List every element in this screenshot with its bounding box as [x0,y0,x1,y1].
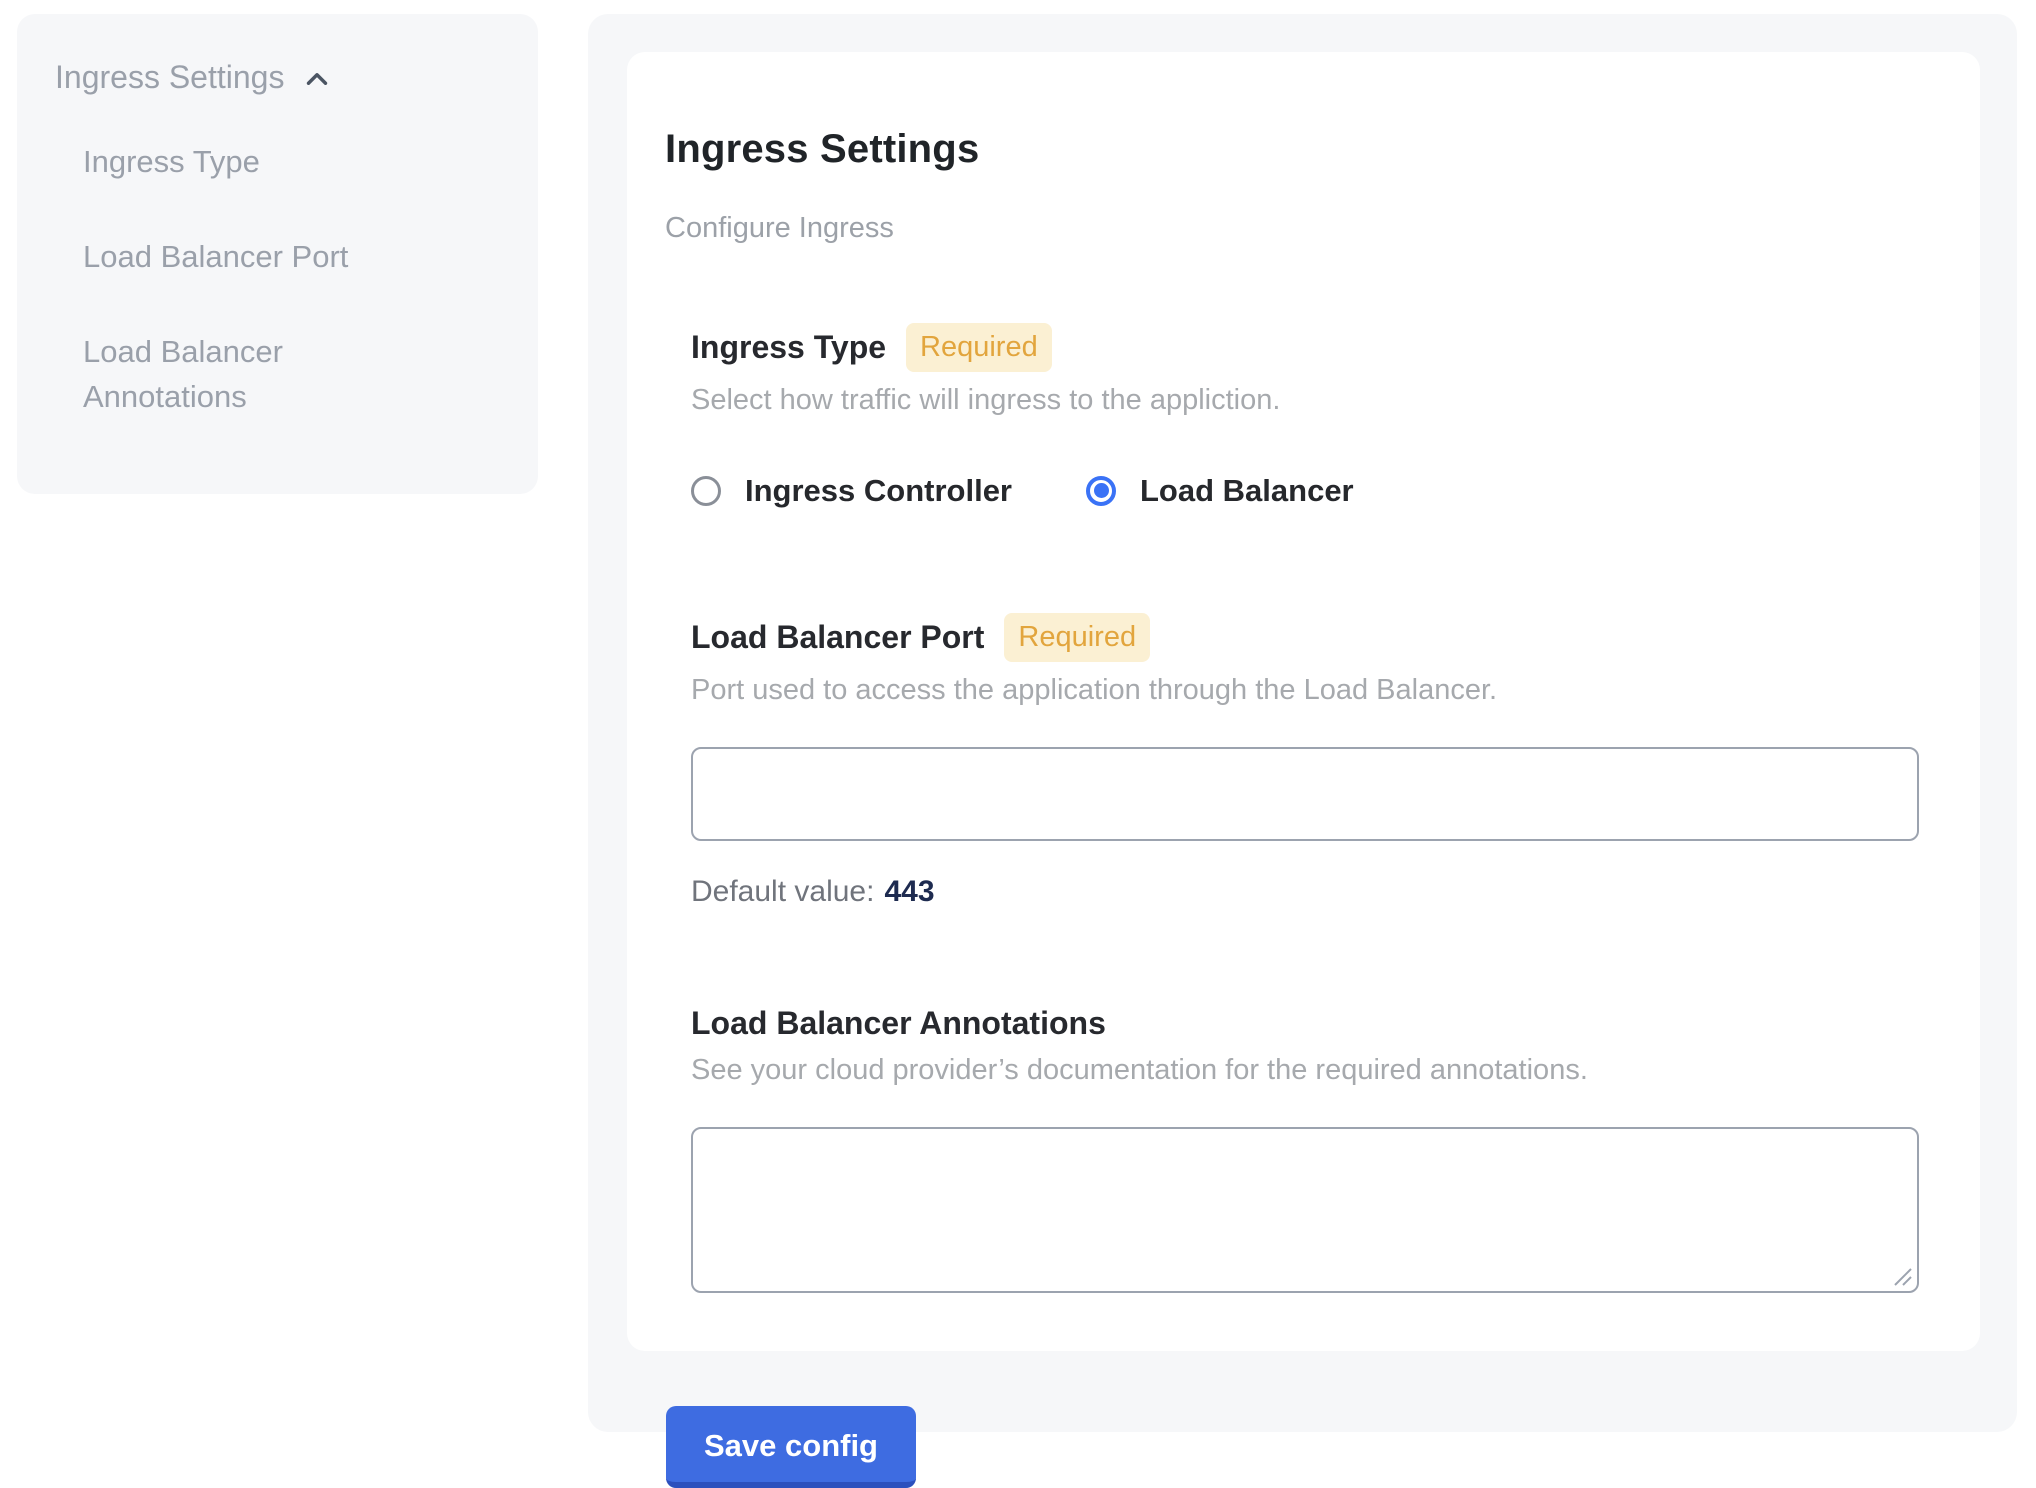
load-balancer-annotations-textarea[interactable] [691,1127,1919,1293]
default-value-row: Default value: 443 [691,875,1916,909]
load-balancer-port-description: Port used to access the application thro… [691,674,1916,707]
sidebar-item-ingress-type[interactable]: Ingress Type [83,140,423,185]
sidebar-item-load-balancer-annotations[interactable]: Load Balancer Annotations [83,330,423,420]
radio-unselected-icon[interactable] [691,476,721,506]
settings-card: Ingress Settings Configure Ingress Ingre… [627,52,1980,1351]
save-config-button[interactable]: Save config [666,1406,916,1488]
sidebar-group-header[interactable]: Ingress Settings [55,58,498,96]
settings-panel: Ingress Settings Configure Ingress Ingre… [588,14,2017,1432]
load-balancer-annotations-description: See your cloud provider’s documentation … [691,1054,1916,1087]
field-load-balancer-annotations: Load Balancer Annotations See your cloud… [691,1005,1916,1293]
required-badge: Required [906,323,1052,372]
sidebar-item-load-balancer-port[interactable]: Load Balancer Port [83,235,423,280]
radio-option-ingress-controller[interactable]: Ingress Controller [691,473,1012,509]
default-value-label: Default value: [691,875,874,908]
resize-handle-icon[interactable] [1891,1265,1913,1287]
field-ingress-type: Ingress Type Required Select how traffic… [691,323,1916,509]
field-load-balancer-port: Load Balancer Port Required Port used to… [691,613,1916,909]
load-balancer-annotations-label: Load Balancer Annotations [691,1005,1106,1042]
radio-option-load-balancer[interactable]: Load Balancer [1086,473,1354,509]
sidebar-group-title: Ingress Settings [55,59,284,96]
ingress-type-label: Ingress Type [691,329,886,366]
sidebar-item-list: Ingress Type Load Balancer Port Load Bal… [83,140,498,420]
ingress-type-description: Select how traffic will ingress to the a… [691,384,1916,417]
radio-selected-icon[interactable] [1086,476,1116,506]
ingress-type-radio-group: Ingress Controller Load Balancer [691,473,1916,509]
required-badge: Required [1004,613,1150,662]
default-value: 443 [884,875,934,908]
load-balancer-port-input[interactable] [691,747,1919,841]
page-subtitle: Configure Ingress [665,212,1916,245]
load-balancer-port-label: Load Balancer Port [691,619,984,656]
chevron-up-icon [300,62,334,96]
page-title: Ingress Settings [665,127,1916,172]
sidebar-nav: Ingress Settings Ingress Type Load Balan… [17,14,538,494]
radio-label-load-balancer: Load Balancer [1140,473,1354,509]
radio-label-ingress-controller: Ingress Controller [745,473,1012,509]
